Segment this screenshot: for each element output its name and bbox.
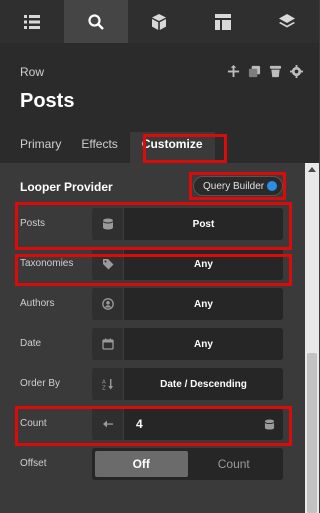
taxonomies-label: Taxonomies xyxy=(20,258,74,269)
tab-customize[interactable]: Customize xyxy=(129,132,215,163)
toolbar-layers-button[interactable] xyxy=(255,0,319,43)
database-icon[interactable] xyxy=(255,408,283,440)
toggle-on-indicator xyxy=(267,181,277,191)
date-label: Date xyxy=(20,338,42,349)
customize-panel: Looper Provider Query Builder Posts Post… xyxy=(0,163,305,513)
move-icon[interactable] xyxy=(227,65,240,78)
toolbar-search-button[interactable] xyxy=(63,0,128,43)
taxonomies-value: Any xyxy=(194,258,213,270)
scroll-up-arrow-icon[interactable] xyxy=(308,167,316,172)
inspector-header: Row Posts Primary Effects Customize xyxy=(0,43,319,163)
list-icon xyxy=(23,14,40,29)
cube-icon xyxy=(152,13,167,30)
tab-effects[interactable]: Effects xyxy=(81,137,117,163)
user-circle-icon xyxy=(92,288,124,320)
query-builder-label: Query Builder xyxy=(203,180,265,192)
posts-row: Posts Post xyxy=(20,208,283,240)
order-by-value: Date / Descending xyxy=(160,378,247,390)
inspector-tabs: Primary Effects Customize xyxy=(0,132,215,163)
authors-value: Any xyxy=(194,298,213,310)
authors-select[interactable]: Any xyxy=(92,288,283,320)
count-row: Count 4 xyxy=(20,408,283,440)
offset-label: Offset xyxy=(20,458,47,469)
count-value[interactable]: 4 xyxy=(124,408,255,440)
date-row: Date Any xyxy=(20,328,283,360)
sort-az-icon: AZ xyxy=(92,368,124,400)
order-by-select[interactable]: AZ Date / Descending xyxy=(92,368,283,400)
panel-scrollbar[interactable] xyxy=(305,163,319,513)
order-by-label: Order By xyxy=(20,378,61,389)
page-title: Posts xyxy=(20,90,75,112)
date-select[interactable]: Any xyxy=(92,328,283,360)
scrollbar-thumb[interactable] xyxy=(307,353,317,513)
count-input[interactable]: 4 xyxy=(92,408,283,440)
toolbar-elements-button[interactable] xyxy=(128,0,192,43)
query-builder-toggle[interactable]: Query Builder xyxy=(193,176,283,196)
order-by-row: Order By AZ Date / Descending xyxy=(20,368,283,400)
tag-icon xyxy=(92,248,124,280)
toolbar-layout-button[interactable] xyxy=(191,0,255,43)
settings-icon[interactable] xyxy=(290,65,303,78)
header-actions xyxy=(227,65,303,78)
count-label: Count xyxy=(20,418,47,429)
layout-icon xyxy=(215,13,232,30)
toolbar-list-button[interactable] xyxy=(0,0,64,43)
breadcrumb[interactable]: Row xyxy=(20,65,44,79)
offset-option-off[interactable]: Off xyxy=(95,451,188,477)
top-toolbar xyxy=(0,0,319,43)
offset-segmented-control: Off Count xyxy=(92,448,283,480)
tab-primary[interactable]: Primary xyxy=(20,137,61,163)
taxonomies-select[interactable]: Any xyxy=(92,248,283,280)
svg-text:Z: Z xyxy=(102,386,106,391)
authors-row: Authors Any xyxy=(20,288,283,320)
search-icon xyxy=(88,13,104,30)
copy-icon[interactable] xyxy=(248,65,261,78)
looper-provider-title: Looper Provider xyxy=(20,180,113,194)
layers-icon xyxy=(279,13,296,27)
posts-select[interactable]: Post xyxy=(92,208,283,240)
arrow-left-icon[interactable] xyxy=(92,408,124,440)
offset-option-count[interactable]: Count xyxy=(188,451,281,477)
posts-value: Post xyxy=(192,218,215,230)
authors-label: Authors xyxy=(20,298,55,309)
delete-icon[interactable] xyxy=(269,65,282,78)
posts-label: Posts xyxy=(20,218,46,229)
offset-row: Offset Off Count xyxy=(20,448,283,480)
calendar-icon xyxy=(92,328,124,360)
taxonomies-row: Taxonomies Any xyxy=(20,248,283,280)
database-icon xyxy=(92,208,124,240)
date-value: Any xyxy=(194,338,213,350)
